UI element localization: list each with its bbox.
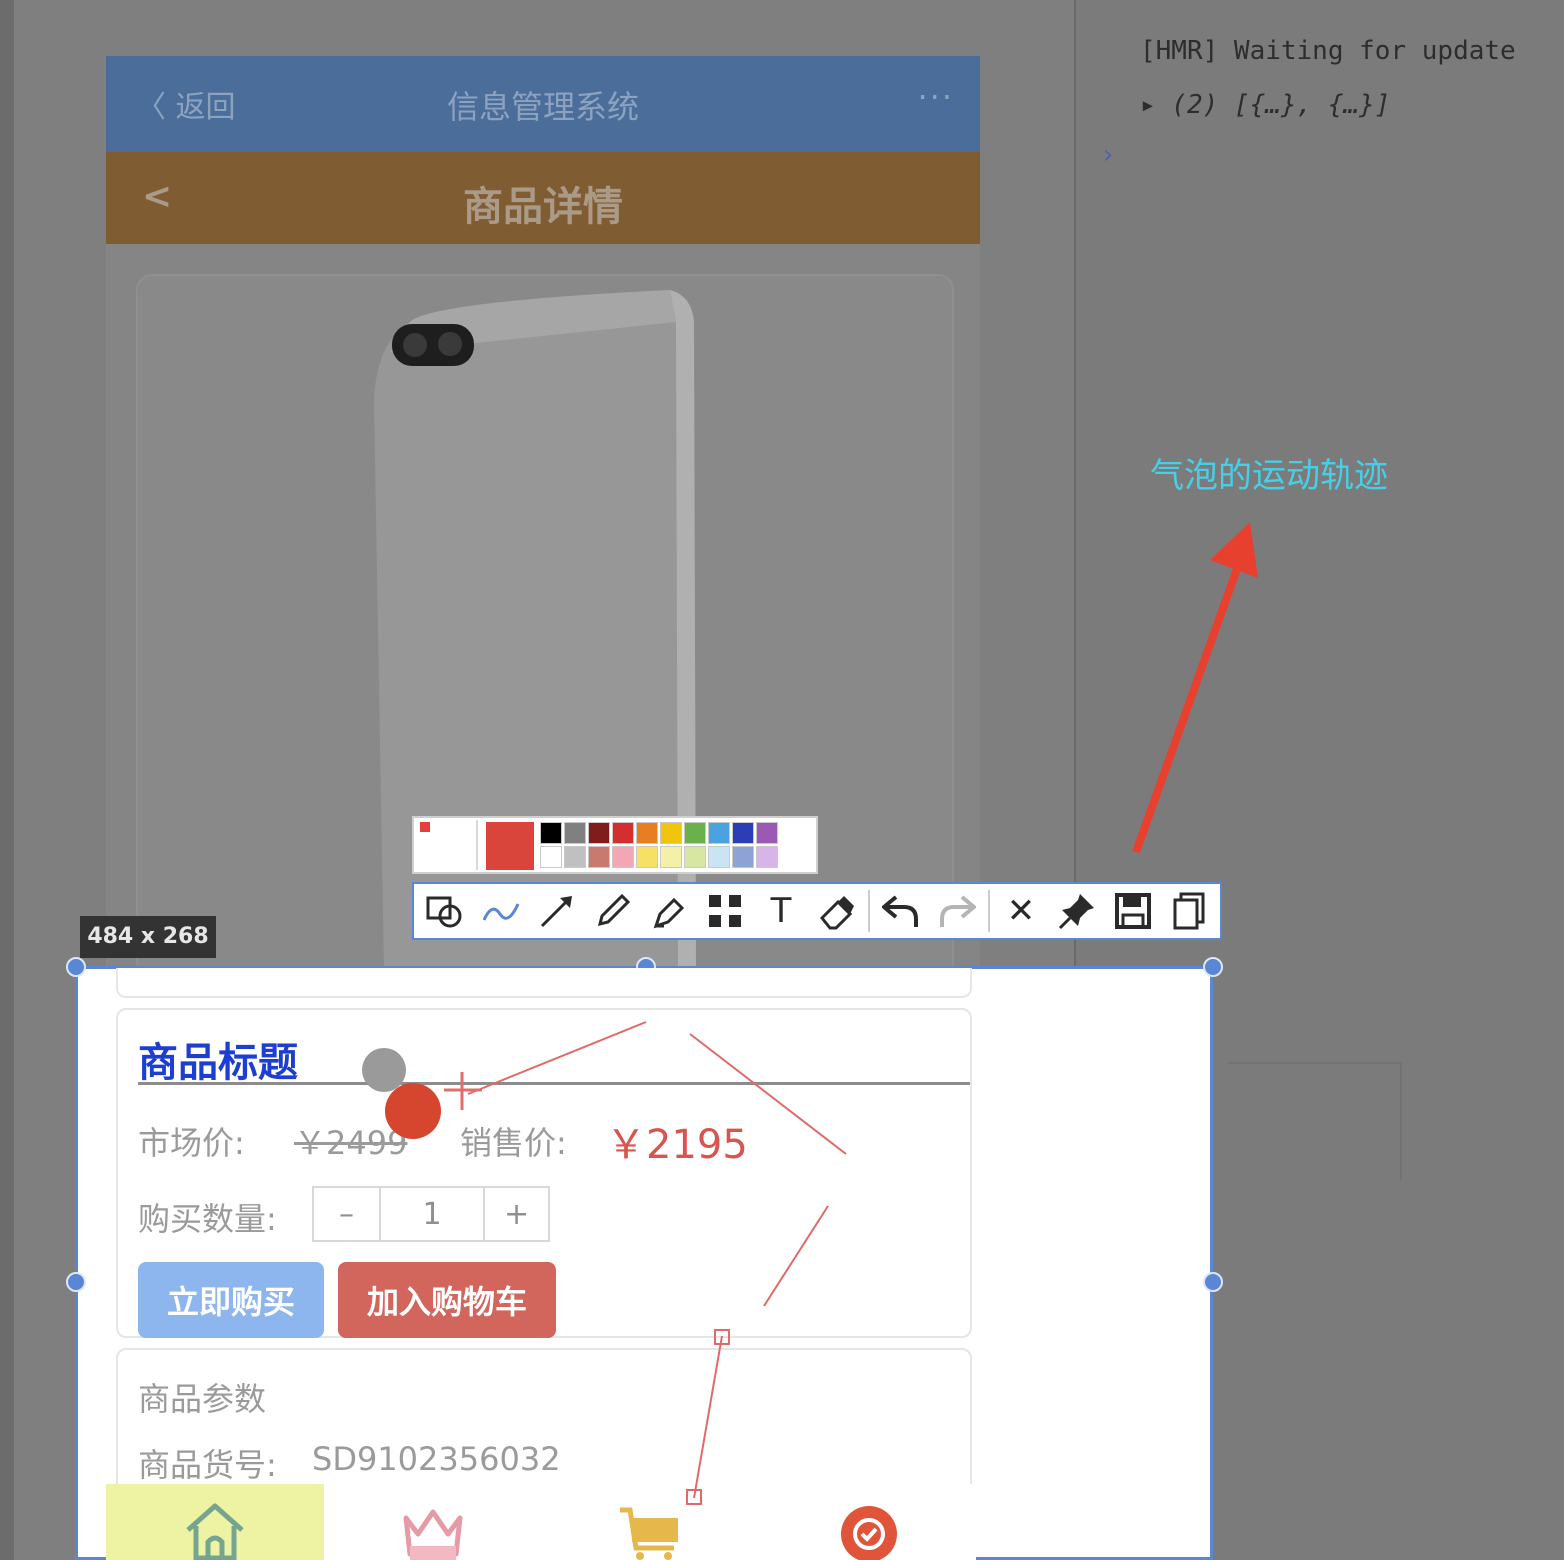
pin-icon[interactable] [1052,886,1102,936]
save-icon[interactable] [1108,886,1158,936]
sale-price-label: 销售价: [460,1124,567,1162]
market-price: ￥2499 [294,1124,408,1162]
color-swatch[interactable] [540,846,562,868]
close-icon[interactable]: ✕ [996,886,1046,936]
detail-header: < 商品详情 [106,152,980,244]
highlighter-icon[interactable] [644,886,694,936]
app-top-bar: 〈 返回 信息管理系统 ··· [106,56,980,152]
pen-curve-icon[interactable] [476,886,526,936]
color-swatch[interactable] [564,822,586,844]
product-title: 商品标题 [138,1040,298,1086]
quantity-increase-button[interactable]: + [485,1188,548,1240]
params-title: 商品参数 [138,1380,267,1418]
brush-size-picker[interactable] [416,820,478,870]
quantity-input[interactable]: 1 [381,1188,486,1240]
color-swatch[interactable] [612,822,634,844]
console-prompt[interactable]: › [1100,140,1116,170]
color-swatches [540,822,814,868]
profile-icon [841,1506,897,1560]
current-color-swatch[interactable] [486,822,534,870]
redo-icon[interactable] [932,886,982,936]
console-faint-panel [1228,1062,1402,1180]
resize-handle-top-right[interactable] [1203,957,1223,977]
left-gutter [0,0,14,1560]
bottom-tab-bar [106,1484,976,1560]
color-swatch[interactable] [732,846,754,868]
resize-handle-left[interactable] [66,1272,86,1292]
color-swatch[interactable] [660,822,682,844]
buy-now-button[interactable]: 立即购买 [138,1262,324,1338]
home-icon [186,1503,244,1560]
annotation-toolbar: T ✕ [412,882,1222,940]
color-palette [412,816,818,874]
more-menu-button[interactable]: ··· [917,78,954,116]
color-swatch[interactable] [708,846,730,868]
toolbar-separator [988,890,990,932]
console-array-line[interactable]: ▸ (2) [{…}, {…}] [1140,90,1390,120]
color-swatch[interactable] [684,846,706,868]
color-swatch[interactable] [756,846,778,868]
crown-icon [403,1509,463,1560]
toolbar-separator [868,890,870,932]
sale-price: ￥2195 [606,1122,748,1168]
shape-icon[interactable] [420,886,470,936]
title-divider [138,1082,970,1085]
color-swatch[interactable] [756,822,778,844]
tab-cart[interactable] [542,1484,760,1560]
color-swatch[interactable] [732,822,754,844]
quantity-decrease-button[interactable]: – [314,1188,381,1240]
cart-icon [620,1507,678,1560]
eraser-icon[interactable] [812,886,862,936]
tab-profile[interactable] [760,1484,978,1560]
quantity-stepper: – 1 + [312,1186,550,1242]
color-swatch[interactable] [612,846,634,868]
tab-home[interactable] [106,1484,324,1560]
color-swatch[interactable] [540,822,562,844]
color-swatch[interactable] [684,822,706,844]
undo-icon[interactable] [876,886,926,936]
goods-number-label: 商品货号: [138,1446,277,1484]
detail-title: 商品详情 [463,184,623,230]
resize-handle-right[interactable] [1203,1272,1223,1292]
goods-number-value: SD9102356032 [312,1440,561,1478]
selection-size-label: 484 x 268 [80,916,216,958]
color-swatch[interactable] [708,822,730,844]
color-swatch[interactable] [588,846,610,868]
color-swatch[interactable] [564,846,586,868]
quantity-label: 购买数量: [138,1200,277,1238]
market-price-label: 市场价: [138,1124,245,1162]
color-swatch[interactable] [660,846,682,868]
color-swatch[interactable] [636,822,658,844]
annotation-label: 气泡的运动轨迹 [1150,456,1388,496]
arrow-icon[interactable] [532,886,582,936]
tab-member[interactable] [324,1484,542,1560]
text-icon[interactable]: T [756,886,806,936]
mosaic-icon[interactable] [700,886,750,936]
app-title: 信息管理系统 [446,88,639,126]
pencil-icon[interactable] [588,886,638,936]
console-hmr-line: [HMR] Waiting for update [1140,36,1516,66]
image-card-bottom [116,968,972,998]
brush-size-dot [420,822,430,832]
add-to-cart-button[interactable]: 加入购物车 [338,1262,556,1338]
copy-icon[interactable] [1164,886,1214,936]
color-swatch[interactable] [588,822,610,844]
resize-handle-top-left[interactable] [66,957,86,977]
color-swatch[interactable] [636,846,658,868]
